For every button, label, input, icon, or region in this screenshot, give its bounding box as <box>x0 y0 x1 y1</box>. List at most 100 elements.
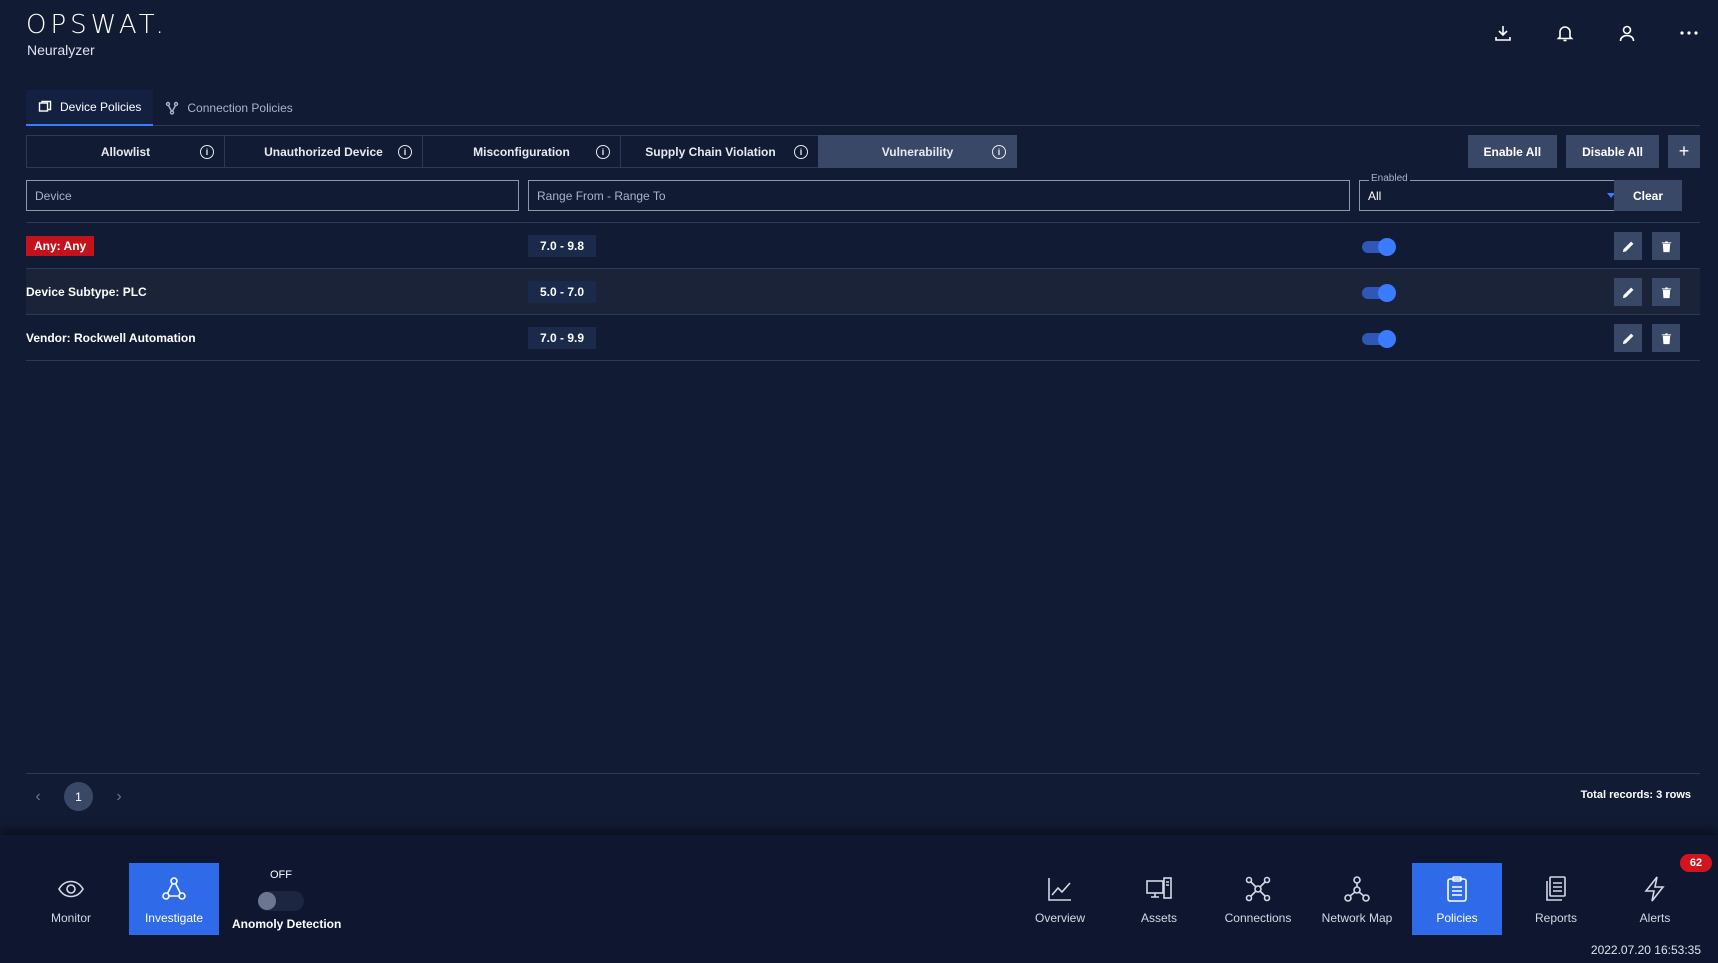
opswat-logo: OPSWAT. <box>26 10 168 40</box>
anomaly-detection-label: Anomoly Detection <box>232 917 342 931</box>
enabled-toggle[interactable] <box>1362 238 1396 256</box>
anomaly-detection-switch[interactable] <box>258 891 304 911</box>
disable-all-button[interactable]: Disable All <box>1566 135 1659 168</box>
table-row: Any: Any 7.0 - 9.8 <box>26 223 1700 269</box>
tab-connection-policies[interactable]: Connection Policies <box>153 90 304 126</box>
pencil-icon <box>1622 241 1633 252</box>
device-criteria: Vendor: Rockwell Automation <box>26 330 196 345</box>
anomaly-state: OFF <box>270 869 292 881</box>
edit-button[interactable] <box>1614 324 1642 352</box>
clear-button[interactable]: Clear <box>1614 180 1682 211</box>
edit-button[interactable] <box>1614 232 1642 260</box>
segment-label: Allowlist <box>100 144 151 159</box>
nav-connections[interactable]: Connections <box>1213 863 1303 935</box>
policy-table: Any: Any 7.0 - 9.8 Device Subtype: PLC 5… <box>26 222 1700 361</box>
nav-alerts[interactable]: Alerts <box>1610 863 1700 935</box>
enable-all-button[interactable]: Enable All <box>1467 135 1558 168</box>
total-records: Total records: 3 rows <box>1580 789 1691 801</box>
app-header: OPSWAT. Neuralyzer <box>0 0 1718 70</box>
nav-policies[interactable]: Policies <box>1412 863 1502 935</box>
nav-network-map[interactable]: Network Map <box>1312 863 1402 935</box>
info-icon[interactable]: i <box>794 145 808 159</box>
nav-label: Network Map <box>1321 911 1393 925</box>
segment-misconfiguration[interactable]: Misconfiguration i <box>422 135 621 168</box>
eye-icon <box>58 880 84 898</box>
nav-label: Connections <box>1224 911 1292 925</box>
nav-investigate[interactable]: Investigate <box>129 863 219 935</box>
nav-label: Alerts <box>1639 911 1671 925</box>
delete-button[interactable] <box>1652 232 1680 260</box>
segment-label: Vulnerability <box>881 144 954 159</box>
anomaly-detection-toggle-group: OFF Anomoly Detection <box>230 869 341 939</box>
policy-actions: Enable All Disable All + <box>1467 135 1700 168</box>
line-chart-icon <box>1048 878 1071 901</box>
range-value: 7.0 - 9.8 <box>528 234 597 257</box>
segment-unauthorized-device[interactable]: Unauthorized Device i <box>224 135 423 168</box>
table-row: Vendor: Rockwell Automation 7.0 - 9.9 <box>26 315 1700 361</box>
nav-assets[interactable]: Assets <box>1114 863 1204 935</box>
device-criteria: Any: Any <box>26 235 95 256</box>
add-policy-button[interactable]: + <box>1668 135 1700 168</box>
pencil-icon <box>1622 333 1633 344</box>
network-nodes-icon <box>162 877 186 900</box>
info-icon[interactable]: i <box>200 145 214 159</box>
nav-reports[interactable]: Reports <box>1511 863 1601 935</box>
user-icon[interactable] <box>1616 22 1638 44</box>
pencil-icon <box>1622 287 1633 298</box>
nav-label: Investigate <box>144 911 204 925</box>
chevron-right-icon[interactable]: › <box>107 783 131 811</box>
trash-icon <box>1661 240 1671 252</box>
nav-label: Assets <box>1140 911 1177 925</box>
more-icon[interactable] <box>1678 22 1700 44</box>
trash-icon <box>1661 332 1671 344</box>
trash-icon <box>1661 286 1671 298</box>
devices-icon <box>1146 877 1172 899</box>
enabled-select-value: All <box>1368 188 1382 203</box>
nav-monitor[interactable]: Monitor <box>26 863 116 935</box>
bottom-nav-bar: Monitor Investigate OFF Anomoly Detectio… <box>0 835 1718 963</box>
connection-icon <box>166 101 179 115</box>
tab-device-policies[interactable]: Device Policies <box>26 90 154 126</box>
device-criteria: Device Subtype: PLC <box>26 284 147 299</box>
network-map-icon <box>1344 876 1370 902</box>
range-filter-input[interactable]: Range From - Range To <box>528 180 1350 211</box>
device-filter-input[interactable]: Device <box>26 180 519 211</box>
enabled-select[interactable]: Enabled All <box>1359 173 1626 211</box>
pagination: ‹ 1 › <box>26 782 131 811</box>
delete-button[interactable] <box>1652 324 1680 352</box>
segment-label: Supply Chain Violation <box>645 144 776 159</box>
table-row: Device Subtype: PLC 5.0 - 7.0 <box>26 269 1700 315</box>
bell-icon[interactable] <box>1554 22 1576 44</box>
page-number[interactable]: 1 <box>64 782 93 811</box>
policy-type-segments: Allowlist i Unauthorized Device i Miscon… <box>26 135 1017 168</box>
nav-label: Monitor <box>50 911 91 925</box>
range-value: 7.0 - 9.9 <box>528 326 597 349</box>
connections-icon <box>1245 876 1271 902</box>
segment-label: Unauthorized Device <box>264 144 383 159</box>
edit-button[interactable] <box>1614 278 1642 306</box>
nav-overview[interactable]: Overview <box>1015 863 1105 935</box>
nav-label: Reports <box>1534 911 1578 925</box>
enabled-toggle[interactable] <box>1362 330 1396 348</box>
segment-vulnerability[interactable]: Vulnerability i <box>818 135 1017 168</box>
chevron-left-icon[interactable]: ‹ <box>26 783 50 811</box>
clipboard-icon <box>1447 876 1467 902</box>
segment-label: Misconfiguration <box>473 144 570 159</box>
alerts-count-badge: 62 <box>1680 854 1712 872</box>
device-icon <box>38 100 52 112</box>
segment-allowlist[interactable]: Allowlist i <box>26 135 225 168</box>
nav-label: Policies <box>1436 911 1478 925</box>
filter-bar: Device Range From - Range To Enabled All… <box>26 173 1700 212</box>
segment-supply-chain-violation[interactable]: Supply Chain Violation i <box>620 135 819 168</box>
enabled-toggle[interactable] <box>1362 284 1396 302</box>
download-icon[interactable] <box>1492 22 1514 44</box>
range-value: 5.0 - 7.0 <box>528 280 597 303</box>
tab-label: Connection Policies <box>187 101 293 115</box>
current-datetime: 2022.07.20 16:53:35 <box>1590 943 1701 957</box>
info-icon[interactable]: i <box>398 145 412 159</box>
delete-button[interactable] <box>1652 278 1680 306</box>
reports-icon <box>1546 876 1566 901</box>
lightning-icon <box>1644 876 1665 902</box>
info-icon[interactable]: i <box>992 145 1006 159</box>
info-icon[interactable]: i <box>596 145 610 159</box>
